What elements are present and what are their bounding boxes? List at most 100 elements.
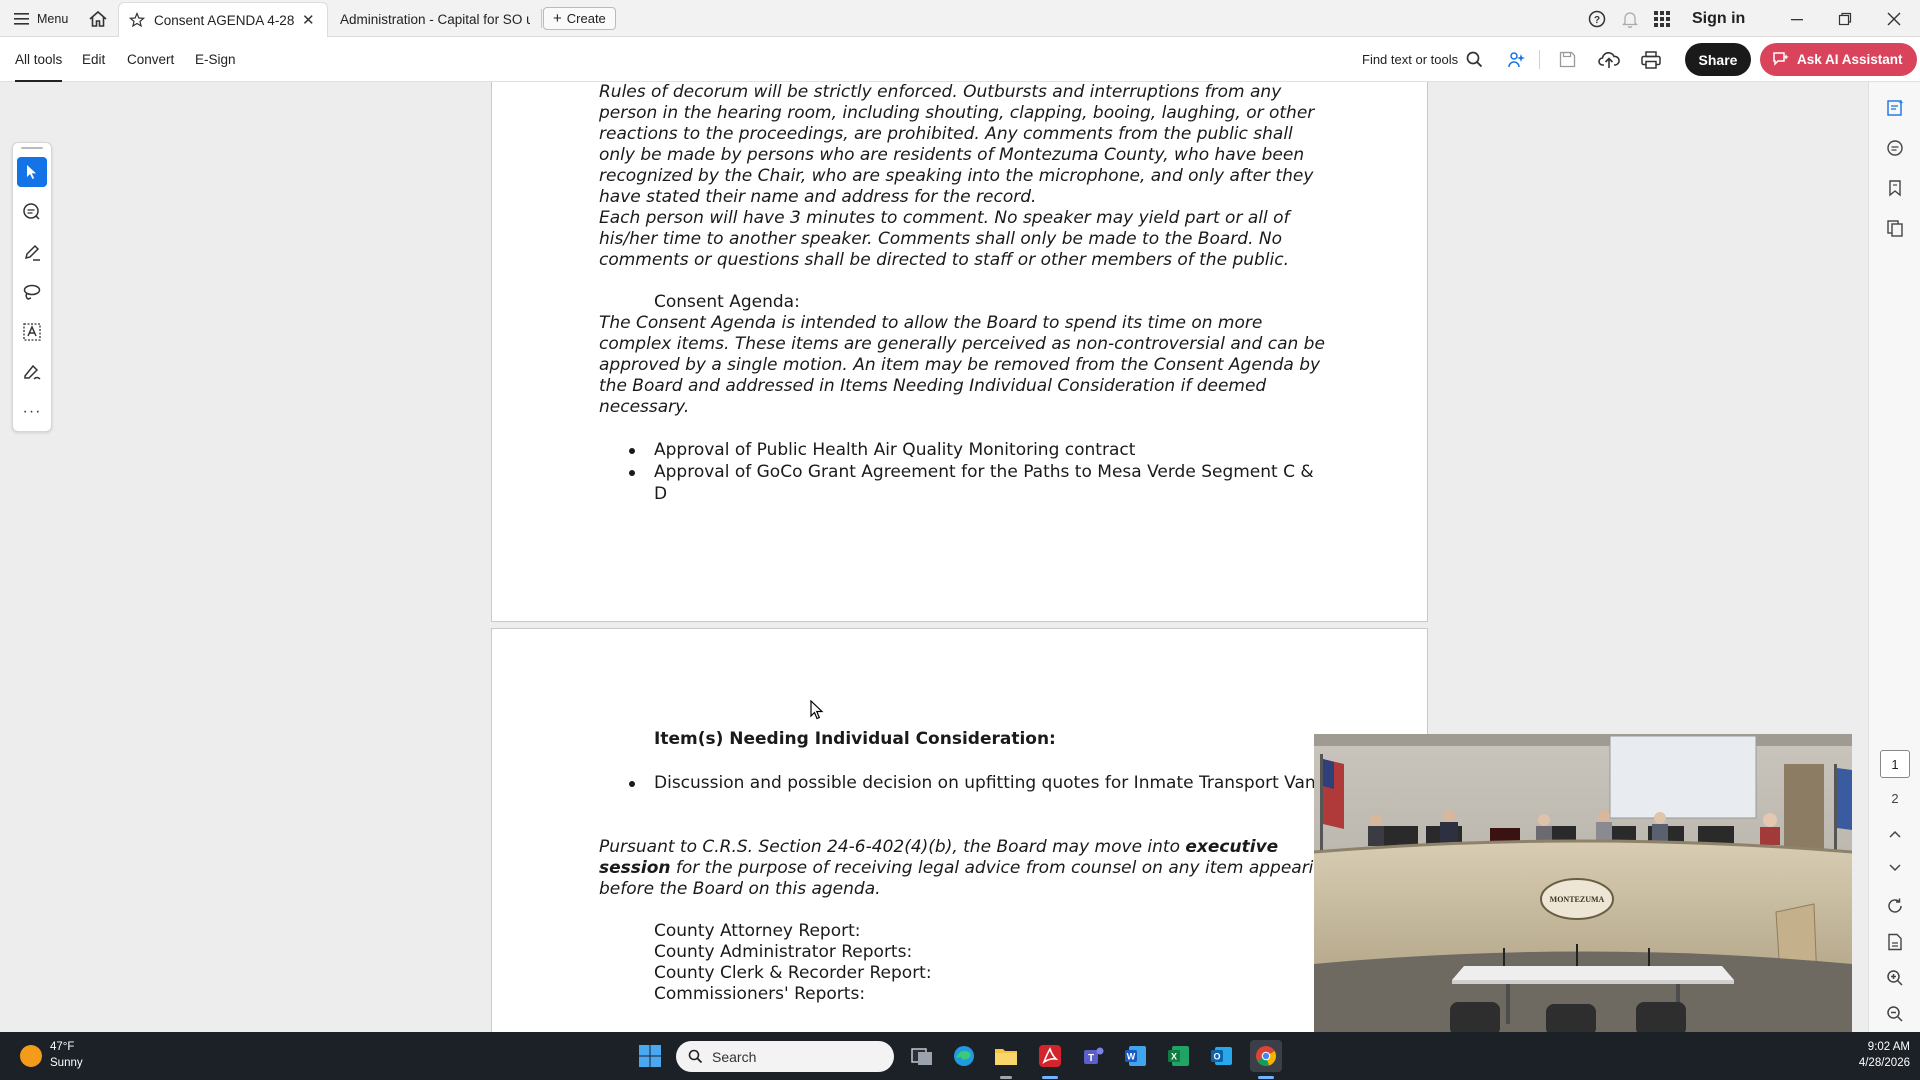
- chrome-icon[interactable]: [1250, 1040, 1282, 1079]
- restore-icon[interactable]: [1838, 0, 1852, 37]
- page-number[interactable]: 2: [1880, 786, 1910, 810]
- share-button[interactable]: Share: [1685, 43, 1751, 76]
- plus-icon: +: [553, 10, 562, 27]
- task-view-icon[interactable]: [906, 1040, 938, 1072]
- meeting-room-video: MONTEZUMA: [1314, 734, 1852, 1036]
- ask-ai-assistant-button[interactable]: Ask AI Assistant: [1760, 43, 1917, 76]
- consent-description-line: necessary.: [599, 397, 690, 417]
- exec-bold-text: session: [599, 858, 671, 878]
- tab-consent-agenda[interactable]: Consent AGENDA 4-28-... ✕: [118, 2, 328, 37]
- tab-administration[interactable]: Administration - Capital for SO u...: [330, 2, 540, 37]
- consent-description-line: the Board and addressed in Items Needing…: [599, 376, 1267, 396]
- clock-time[interactable]: 9:02 AM: [1820, 1041, 1910, 1053]
- consent-description-line: The Consent Agenda is intended to allow …: [599, 313, 1263, 333]
- individual-item: Discussion and possible decision on upfi…: [654, 773, 1316, 793]
- report-heading: Commissioners' Reports:: [654, 984, 866, 1004]
- sign-in-button[interactable]: Sign in: [1692, 0, 1745, 37]
- bell-icon[interactable]: [1622, 0, 1638, 37]
- exec-text: for the purpose of receiving legal advic…: [670, 858, 1335, 878]
- weather-temp[interactable]: 47°F: [50, 1041, 74, 1053]
- decorum-line: Rules of decorum will be strictly enforc…: [599, 82, 1282, 102]
- taskbar-search-input[interactable]: Search: [676, 1041, 894, 1072]
- bookmarks-icon[interactable]: [1883, 176, 1907, 200]
- executive-session-line: session for the purpose of receiving leg…: [599, 858, 1335, 879]
- decorum-line: reactions to the proceedings, are prohib…: [599, 124, 1293, 144]
- draw-lasso-icon[interactable]: [17, 277, 47, 307]
- search-icon: [1466, 51, 1483, 68]
- file-explorer-icon[interactable]: [990, 1040, 1022, 1079]
- ai-summary-icon[interactable]: [1883, 96, 1907, 120]
- drag-handle[interactable]: [21, 147, 43, 149]
- clock-date[interactable]: 4/28/2026: [1820, 1057, 1910, 1069]
- running-indicator: [1042, 1076, 1058, 1079]
- title-bar: Menu Consent AGENDA 4-28-... ✕ Administr…: [0, 0, 1920, 37]
- close-window-icon[interactable]: [1887, 0, 1901, 37]
- report-heading: County Clerk & Recorder Report:: [654, 963, 932, 983]
- create-button[interactable]: + Create: [543, 7, 616, 30]
- ai-tools-icon[interactable]: [1502, 37, 1530, 82]
- page-number-current[interactable]: 1: [1880, 750, 1910, 778]
- menu-edit[interactable]: Edit: [82, 37, 105, 82]
- comment-tool-icon[interactable]: [17, 197, 47, 227]
- decorum-line: have stated their name and address for t…: [599, 187, 1037, 207]
- weather-sun-icon[interactable]: [20, 1045, 42, 1067]
- text-box-icon[interactable]: [17, 317, 47, 347]
- executive-session-line: Pursuant to C.R.S. Section 24-6-402(4)(b…: [599, 837, 1278, 858]
- menu-all-tools[interactable]: All tools: [15, 37, 63, 82]
- acrobat-icon[interactable]: [1034, 1040, 1066, 1079]
- find-label: Find text or tools: [1362, 52, 1459, 67]
- page-thumbnails-icon[interactable]: [1883, 216, 1907, 240]
- report-heading: County Attorney Report:: [654, 921, 861, 941]
- menu-convert[interactable]: Convert: [127, 37, 174, 82]
- chevron-up-icon[interactable]: [1883, 822, 1907, 846]
- consent-description-line: complex items. These items are generally…: [599, 334, 1325, 354]
- zoom-out-icon[interactable]: [1883, 1002, 1907, 1026]
- bullet: [629, 781, 635, 787]
- print-icon[interactable]: [1637, 37, 1665, 82]
- highlight-pen-icon[interactable]: [17, 237, 47, 267]
- select-tool-icon[interactable]: [17, 157, 47, 187]
- weather-desc[interactable]: Sunny: [50, 1057, 83, 1069]
- word-icon[interactable]: W: [1120, 1040, 1152, 1072]
- bullet: [629, 470, 635, 476]
- comments-panel-icon[interactable]: [1883, 136, 1907, 160]
- windows-start-icon[interactable]: [634, 1040, 666, 1072]
- tab-label: Administration - Capital for SO u...: [340, 12, 530, 27]
- svg-text:?: ?: [1594, 15, 1600, 26]
- minimize-icon[interactable]: [1790, 0, 1804, 37]
- refresh-icon[interactable]: [1883, 894, 1907, 918]
- zoom-in-icon[interactable]: [1883, 966, 1907, 990]
- executive-session-line: before the Board on this agenda.: [599, 879, 881, 899]
- page-fit-icon[interactable]: [1883, 930, 1907, 954]
- svg-text:W: W: [1127, 1052, 1136, 1062]
- more-tools-icon[interactable]: ···: [17, 397, 47, 427]
- home-icon[interactable]: [88, 0, 108, 37]
- document-page-2: Item(s) Needing Individual Consideration…: [491, 628, 1428, 1032]
- close-tab-icon[interactable]: ✕: [302, 11, 315, 29]
- help-icon[interactable]: ?: [1588, 0, 1606, 37]
- tab-divider: [541, 9, 542, 28]
- find-tools-button[interactable]: Find text or tools: [1362, 37, 1483, 82]
- save-icon[interactable]: [1553, 37, 1581, 82]
- outlook-icon[interactable]: O: [1206, 1040, 1238, 1072]
- windows-taskbar: 47°F Sunny Search T W X O 9:02 AM 4/28/2…: [0, 1032, 1920, 1080]
- menu-e-sign[interactable]: E-Sign: [195, 37, 236, 82]
- teams-icon[interactable]: T: [1078, 1040, 1110, 1072]
- edge-browser-icon[interactable]: [948, 1040, 980, 1072]
- bullet: [629, 448, 635, 454]
- decorum-line: recognized by the Chair, who are speakin…: [599, 166, 1314, 186]
- upload-cloud-icon[interactable]: [1595, 37, 1623, 82]
- ai-label: Ask AI Assistant: [1797, 52, 1903, 67]
- county-seal-text: MONTEZUMA: [1550, 895, 1605, 904]
- individual-consideration-heading: Item(s) Needing Individual Consideration…: [654, 729, 1056, 749]
- apps-grid-icon[interactable]: [1654, 0, 1670, 37]
- star-icon[interactable]: [129, 12, 145, 28]
- excel-icon[interactable]: X: [1163, 1040, 1195, 1072]
- sign-pen-icon[interactable]: [17, 357, 47, 387]
- svg-text:X: X: [1171, 1052, 1177, 1062]
- exec-bold-text: executive: [1185, 837, 1279, 857]
- create-label: Create: [566, 11, 606, 26]
- meeting-video-overlay[interactable]: MONTEZUMA: [1314, 734, 1852, 1036]
- chevron-down-icon[interactable]: [1883, 856, 1907, 880]
- menu-button[interactable]: Menu: [14, 0, 68, 37]
